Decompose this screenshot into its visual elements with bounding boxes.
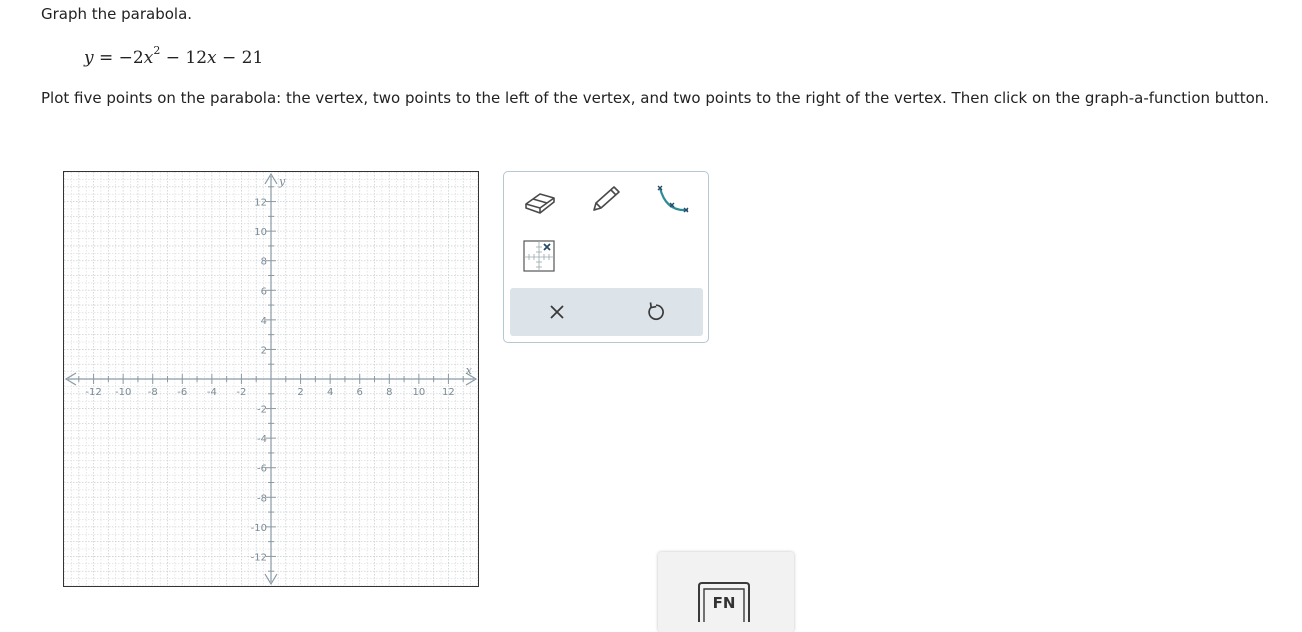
x-tick-label: -2 <box>236 387 246 398</box>
y-tick-label: 2 <box>261 345 267 356</box>
equation-term2-var: x <box>207 48 217 68</box>
x-tick-label: -4 <box>207 387 217 398</box>
y-tick-label: -8 <box>257 493 267 504</box>
x-tick-label: 4 <box>327 387 333 398</box>
fn-button-label: FN <box>712 594 736 612</box>
y-tick-label: 12 <box>254 198 267 209</box>
pencil-icon <box>593 186 620 211</box>
equation-lhs: y <box>84 48 94 68</box>
eraser-tool-button[interactable] <box>522 186 558 216</box>
undo-button[interactable] <box>643 300 667 324</box>
fn-panel: FN <box>658 552 794 632</box>
graph-a-function-button[interactable]: FN <box>696 582 752 622</box>
y-tick-label: -12 <box>251 552 267 563</box>
equation-equals: = <box>93 48 119 68</box>
x-tick-label: 2 <box>297 387 303 398</box>
y-tick-label: 8 <box>261 257 267 268</box>
undo-icon <box>648 302 664 321</box>
equation-term1-var: x <box>143 48 154 68</box>
pencil-tool-button[interactable] <box>588 182 624 218</box>
coordinate-plane[interactable]: -12 -10 -8 -6 -4 -2 2 4 6 8 10 12 12 10 8 6 4 2 -2 -4 -6 -8 -1… <box>64 172 478 586</box>
y-tick-label: 6 <box>261 286 267 297</box>
x-tick-label: 8 <box>386 387 392 398</box>
x-tick-label: 6 <box>357 387 363 398</box>
y-tick-label: -4 <box>257 434 267 445</box>
equation-term3: − 21 <box>216 48 264 68</box>
x-axis-label: x <box>466 364 473 377</box>
graph-area[interactable]: -12 -10 -8 -6 -4 -2 2 4 6 8 10 12 12 10 8 6 4 2 -2 -4 -6 -8 -1… <box>63 171 479 587</box>
y-tick-label: 4 <box>261 316 267 327</box>
parabola-tool-button[interactable] <box>654 182 694 218</box>
x-tick-label: 10 <box>412 387 425 398</box>
point-tool-button[interactable] <box>523 240 557 274</box>
x-tick-label: -8 <box>148 387 158 398</box>
x-tick-label: -10 <box>115 387 131 398</box>
y-tick-label: -2 <box>257 405 267 416</box>
instruction-text: Graph the parabola. <box>41 5 193 23</box>
parabola-tool-icon <box>657 185 689 213</box>
equation-term1-coef: −2 <box>118 48 144 68</box>
y-axis-label: y <box>278 175 286 188</box>
point-grid-icon <box>523 240 555 272</box>
action-bar <box>510 288 703 336</box>
y-tick-label: -6 <box>257 464 267 475</box>
tool-panel <box>503 171 709 343</box>
y-tick-label: -10 <box>251 523 267 534</box>
x-tick-label: -12 <box>85 387 101 398</box>
x-tick-label: 12 <box>442 387 455 398</box>
directions-text: Plot five points on the parabola: the ve… <box>41 89 1270 107</box>
delete-icon <box>550 305 564 319</box>
equation-term2-coef: − 12 <box>160 48 208 68</box>
y-tick-label: 10 <box>254 227 267 238</box>
eraser-icon <box>525 193 555 214</box>
delete-button[interactable] <box>545 300 569 324</box>
equation: y = −2x2 − 12x − 21 <box>84 45 264 68</box>
x-tick-label: -6 <box>177 387 187 398</box>
